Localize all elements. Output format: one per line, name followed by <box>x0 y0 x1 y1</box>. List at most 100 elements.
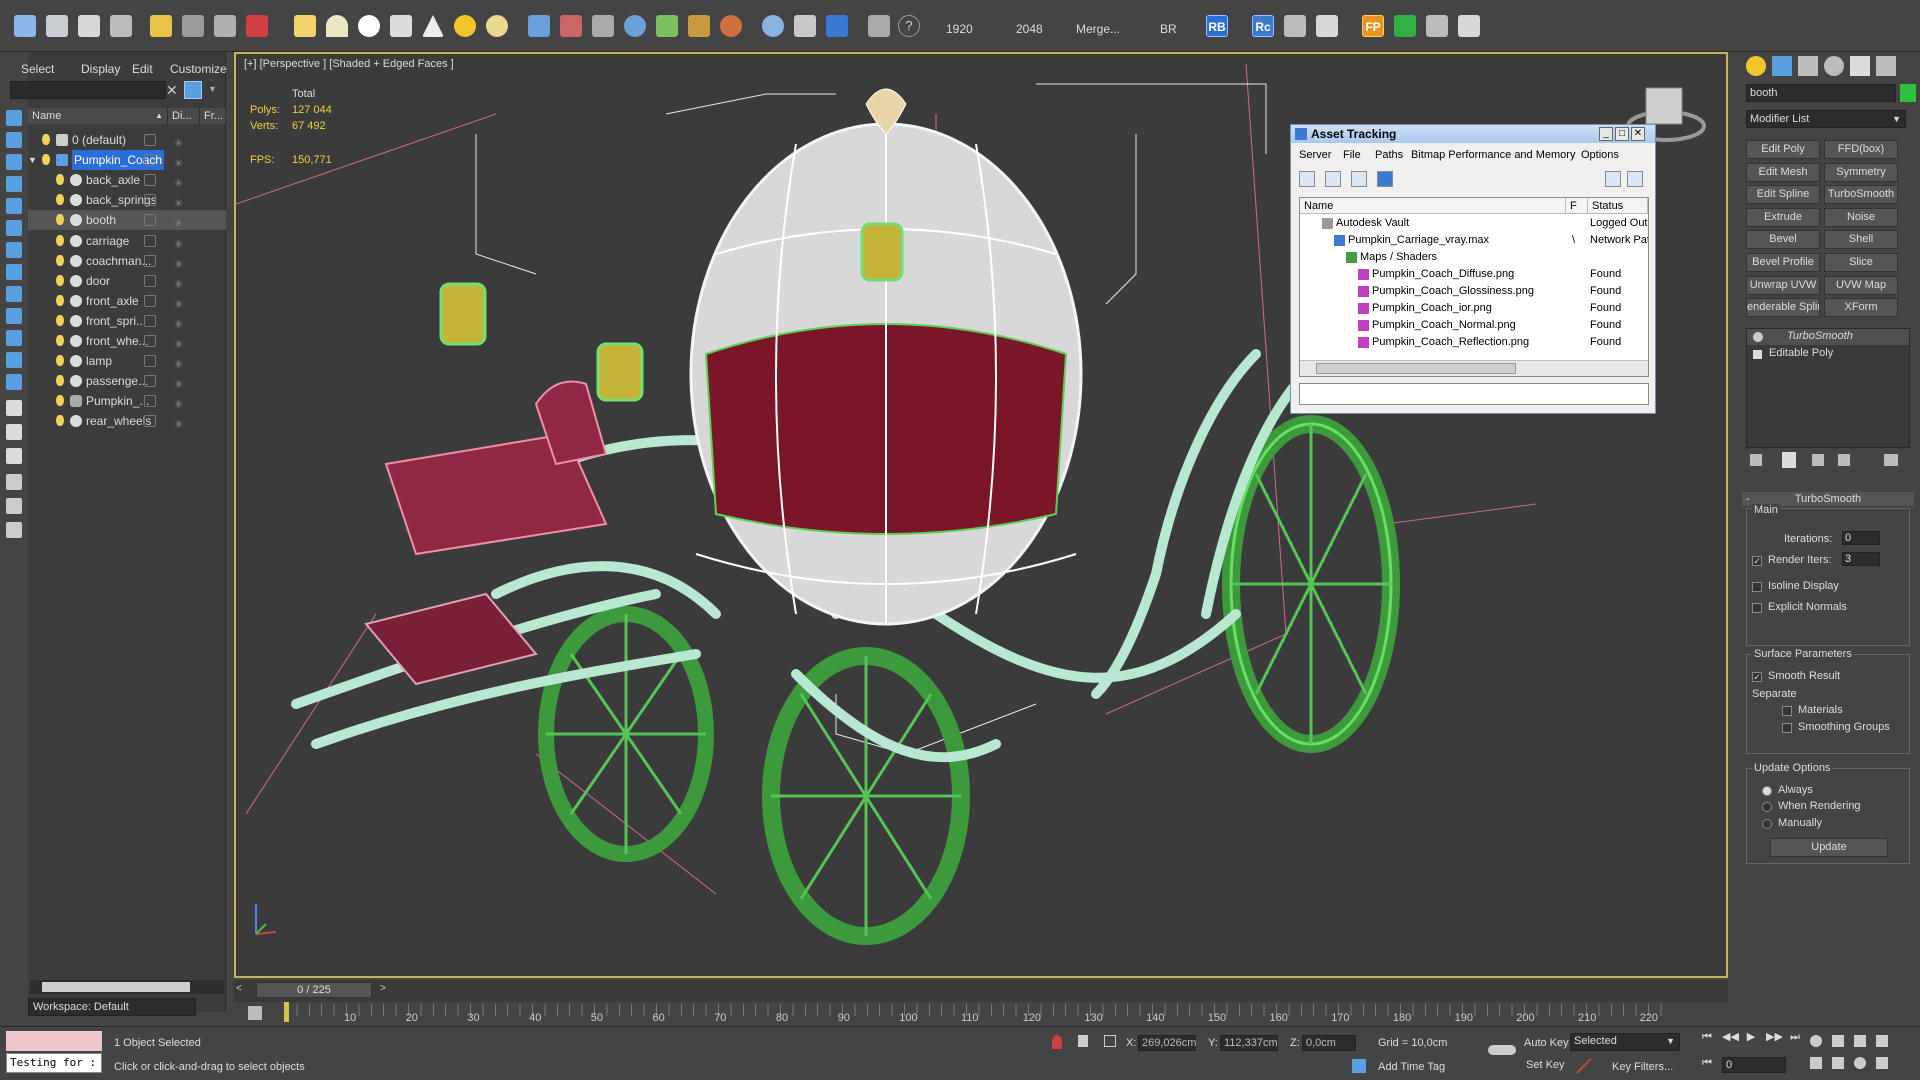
teapot-primitive-icon[interactable] <box>390 15 412 37</box>
modifier-button-unwrap-uvw[interactable]: Unwrap UVW <box>1746 275 1820 295</box>
scene-item[interactable]: front_spri... ✳ <box>28 311 226 331</box>
settings-icon[interactable] <box>1627 171 1643 187</box>
auto-key-button[interactable]: Auto Key <box>1524 1037 1569 1049</box>
y-coord-field[interactable]: 112,337cm <box>1220 1035 1278 1051</box>
asset-row[interactable]: Pumpkin_Coach_Normal.png Found <box>1300 317 1648 334</box>
asset-column-name[interactable]: Name <box>1300 198 1566 214</box>
hierarchy-tab-icon[interactable] <box>1798 56 1818 76</box>
add-time-tag-button[interactable]: Add Time Tag <box>1378 1061 1445 1073</box>
close-icon[interactable]: ✕ <box>1631 127 1645 141</box>
scene-item[interactable]: ▼ Pumpkin_Coach ✳ <box>28 150 226 171</box>
update-manually-radio[interactable] <box>1762 819 1772 829</box>
display-toggle-icon[interactable] <box>144 395 156 408</box>
workspace-selector[interactable]: Workspace: Default <box>28 998 196 1016</box>
filter-icon[interactable] <box>6 474 22 490</box>
particles-icon[interactable] <box>528 15 550 37</box>
key-set-dropdown[interactable]: Selected ▼ <box>1570 1033 1680 1051</box>
set-key-button[interactable]: Set Key <box>1526 1059 1565 1071</box>
scene-item[interactable]: door ✳ <box>28 271 226 291</box>
maximize-icon[interactable]: □ <box>1615 127 1629 141</box>
container-filter-icon[interactable] <box>6 352 22 368</box>
display-toggle-icon[interactable] <box>144 294 156 307</box>
key-icon[interactable] <box>1576 1059 1592 1073</box>
orbit-icon[interactable] <box>1854 1057 1866 1069</box>
render-iters-spinner[interactable]: 3 <box>1842 552 1880 566</box>
refresh-icon[interactable] <box>1299 171 1315 187</box>
group-filter-icon[interactable] <box>6 286 22 302</box>
lightbulb-icon[interactable] <box>56 294 64 306</box>
asset-row[interactable]: Pumpkin_Coach_Reflection.png Found <box>1300 334 1648 351</box>
display-toggle-icon[interactable] <box>144 355 156 368</box>
thumbnail-icon[interactable] <box>1351 171 1367 187</box>
display-toggle-icon[interactable] <box>144 214 156 227</box>
expand-arrow-icon[interactable]: ▼ <box>28 150 37 170</box>
track-bar[interactable]: 10 20 30 40 50 60 70 80 90 100 110 120 130 140 150 160 1… <box>234 1002 1728 1026</box>
display-toggle-icon[interactable] <box>144 254 156 267</box>
scene-item[interactable]: Pumpkin_... ✳ <box>28 391 226 411</box>
zoom-extents-icon[interactable] <box>1854 1035 1866 1047</box>
modifier-button-edit-mesh[interactable]: Edit Mesh <box>1746 162 1820 182</box>
asset-menu-server[interactable]: Server <box>1299 149 1331 161</box>
asset-hscrollbar[interactable] <box>1300 360 1648 376</box>
maximize-viewport-icon[interactable] <box>1876 1057 1888 1069</box>
display-toggle-icon[interactable] <box>144 335 156 347</box>
asset-row[interactable]: Pumpkin_Coach_ior.png Found <box>1300 300 1648 317</box>
scene-item[interactable]: front_axle ✳ <box>28 291 226 311</box>
next-frame-icon[interactable]: > <box>380 983 392 997</box>
teapot-render-icon[interactable] <box>246 15 268 37</box>
create-tab-icon[interactable] <box>1746 56 1766 76</box>
lightbulb-icon[interactable] <box>56 174 64 186</box>
modifier-button-xform[interactable]: XForm <box>1824 298 1898 318</box>
explorer-menu-select[interactable]: Select <box>21 62 54 76</box>
asset-row[interactable]: Maps / Shaders <box>1300 249 1648 266</box>
utilities-tab-icon[interactable] <box>1876 56 1896 76</box>
rotate-icon[interactable] <box>214 15 236 37</box>
key-filters-button[interactable]: Key Filters... <box>1612 1061 1673 1073</box>
display-toggle-icon[interactable] <box>144 274 156 287</box>
modifier-list-dropdown[interactable]: Modifier List ▼ <box>1746 110 1906 128</box>
modify-tab-icon[interactable] <box>1772 56 1792 76</box>
isolate-selection-icon[interactable] <box>1052 1035 1062 1049</box>
open-file-icon[interactable] <box>46 15 68 37</box>
modifier-button-bevel-profile[interactable]: Bevel Profile <box>1746 253 1820 272</box>
modifier-button-bevel[interactable]: Bevel <box>1746 230 1820 250</box>
column-header-display[interactable]: Di... <box>168 108 200 124</box>
find-icon[interactable] <box>6 498 22 514</box>
list-view-icon[interactable] <box>6 400 22 416</box>
camera-filter-icon[interactable] <box>6 220 22 236</box>
link-icon[interactable] <box>182 15 204 37</box>
modifier-button-slice[interactable]: Slice <box>1824 253 1898 272</box>
spacewarp-filter-icon[interactable] <box>6 264 22 280</box>
scatter-icon[interactable] <box>1426 15 1448 37</box>
display-none-icon[interactable] <box>6 110 22 126</box>
rc-button[interactable]: Rc <box>1252 15 1274 37</box>
asset-path-field[interactable] <box>1299 383 1649 405</box>
display-toggle-icon[interactable] <box>144 415 156 428</box>
time-marker[interactable] <box>284 1002 289 1022</box>
globe-icon[interactable] <box>762 15 784 37</box>
lightbulb-icon[interactable] <box>56 395 64 407</box>
display-all-icon[interactable] <box>6 132 22 148</box>
scene-item[interactable]: 0 (default) ✳ <box>28 130 226 150</box>
scene-item[interactable]: front_whe... ✳ <box>28 331 226 351</box>
dome-primitive-icon[interactable] <box>326 15 348 37</box>
zoom-extents-all-icon[interactable] <box>1876 1035 1888 1047</box>
scene-item[interactable]: booth ✳ <box>28 210 226 231</box>
lightbulb-icon[interactable] <box>1753 332 1763 342</box>
gear-icon[interactable] <box>624 15 646 37</box>
minimize-icon[interactable]: _ <box>1599 127 1613 141</box>
configure-sets-icon[interactable] <box>1884 454 1898 466</box>
modifier-button-enderable-splir[interactable]: enderable Splir <box>1746 298 1820 318</box>
stack-item-editable-poly[interactable]: Editable Poly <box>1747 346 1909 362</box>
hair-fur-icon[interactable] <box>688 15 710 37</box>
display-toggle-icon[interactable] <box>144 154 156 167</box>
lightbulb-icon[interactable] <box>56 234 64 246</box>
modifier-button-turbosmooth[interactable]: TurboSmooth <box>1824 185 1898 205</box>
object-name-field[interactable]: booth <box>1746 84 1896 102</box>
modifier-button-edit-spline[interactable]: Edit Spline <box>1746 185 1820 205</box>
asset-row[interactable]: Autodesk Vault Logged Out ( <box>1300 215 1648 232</box>
object-color-swatch[interactable] <box>1900 84 1916 102</box>
xref-filter-icon[interactable] <box>6 308 22 324</box>
time-tag-icon[interactable] <box>1352 1059 1366 1073</box>
pin-stack-icon[interactable] <box>1750 454 1762 466</box>
